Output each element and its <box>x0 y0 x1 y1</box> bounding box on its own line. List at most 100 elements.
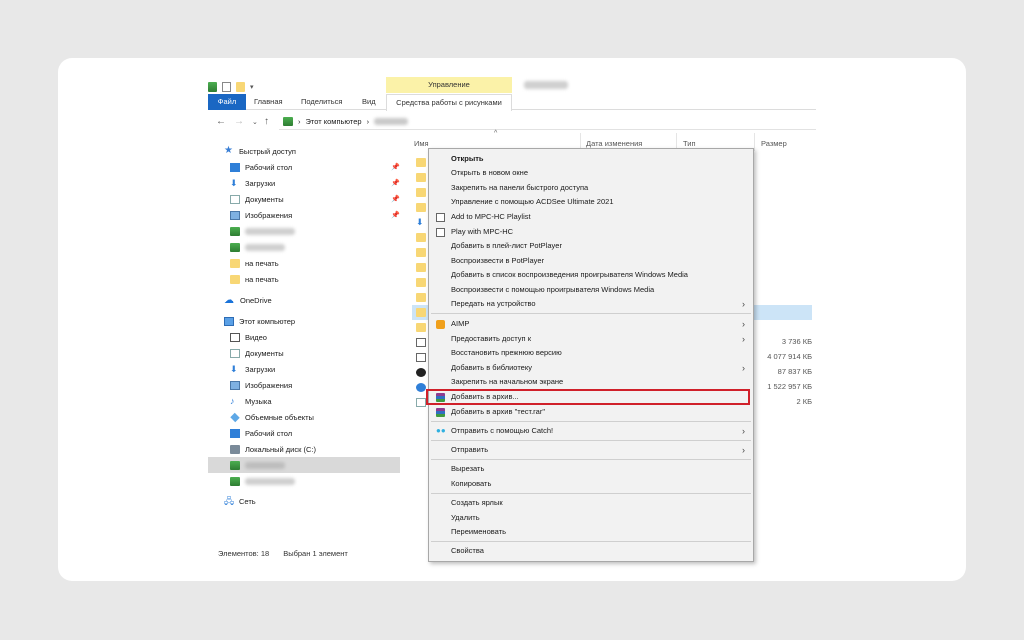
menu-item-mpc-play[interactable]: Play with MPC-HC <box>429 225 753 239</box>
sidebar-item-quick-access[interactable]: ★ Быстрый доступ <box>208 143 400 159</box>
sidebar-item-selected-drive[interactable] <box>208 457 400 473</box>
sidebar-item-onedrive[interactable]: ☁ OneDrive <box>208 292 400 308</box>
menu-item-cut[interactable]: Вырезать <box>429 462 753 476</box>
address-input[interactable]: › Этот компьютер › <box>279 114 816 130</box>
menu-item-send-device[interactable]: Передать на устройство › <box>429 297 753 311</box>
sidebar-item-documents[interactable]: Документы 📌 <box>208 191 400 207</box>
menu-item-wmp-play[interactable]: Воспроизвести с помощью проигрывателя Wi… <box>429 283 753 297</box>
menu-item-potplayer-add[interactable]: Добавить в плей-лист PotPlayer <box>429 239 753 253</box>
menu-label: Добавить в библиотеку <box>451 363 532 372</box>
menu-separator <box>431 440 751 441</box>
sidebar-item-blurred-drive[interactable] <box>208 223 400 239</box>
menu-item-potplayer-play[interactable]: Воспроизвести в PotPlayer <box>429 254 753 268</box>
sidebar-item-local-disk[interactable]: Локальный диск (C:) <box>208 441 400 457</box>
sidebar-item-video[interactable]: Видео <box>208 329 400 345</box>
submenu-arrow-icon: › <box>742 319 745 329</box>
menu-label: Add to MPC-HC Playlist <box>451 212 531 221</box>
sidebar-item-pc-desktop[interactable]: Рабочий стол <box>208 425 400 441</box>
sidebar-item-images[interactable]: Изображения 📌 <box>208 207 400 223</box>
menu-item-send-to[interactable]: Отправить › <box>429 443 753 457</box>
breadcrumb-drive-blurred[interactable] <box>374 118 409 125</box>
menu-item-open[interactable]: Открыть <box>429 152 753 166</box>
sidebar-item-pc-documents[interactable]: Документы <box>208 345 400 361</box>
disc-icon <box>416 368 426 377</box>
submenu-arrow-icon: › <box>742 445 745 455</box>
sidebar-item-print-1[interactable]: на печать <box>208 255 400 271</box>
sidebar-label: Сеть <box>239 496 256 506</box>
menu-item-mpc-playlist[interactable]: Add to MPC-HC Playlist <box>429 210 753 224</box>
star-icon: ★ <box>224 145 233 156</box>
pin-icon: 📌 <box>391 196 400 203</box>
sidebar-item-downloads[interactable]: ⬇ Загрузки 📌 <box>208 175 400 191</box>
menu-item-rename[interactable]: Переименовать <box>429 525 753 539</box>
menu-item-aimp[interactable]: AIMP › <box>429 317 753 331</box>
add-archive-highlight-frame <box>426 389 750 405</box>
column-name[interactable]: Имя <box>414 137 429 151</box>
menu-label: Добавить в архив "тест.rar" <box>451 407 546 416</box>
sidebar-label: Видео <box>245 332 267 342</box>
ribbon-tabs: Файл Главная Поделиться Вид Средства раб… <box>208 94 816 111</box>
pin-icon: 📌 <box>391 164 400 171</box>
back-arrow-icon[interactable]: ← <box>216 116 226 127</box>
sidebar-item-pc-images[interactable]: Изображения <box>208 377 400 393</box>
menu-label: Отправить <box>451 445 489 454</box>
tab-home[interactable]: Главная <box>254 94 283 110</box>
qat-dropdown-icon[interactable]: ▾ <box>250 83 254 91</box>
up-arrow-icon[interactable]: ↑ <box>264 116 269 127</box>
menu-item-add-test-rar[interactable]: Добавить в архив "тест.rar" <box>429 405 753 419</box>
menu-separator <box>431 313 751 314</box>
menu-item-restore[interactable]: Восстановить прежнюю версию <box>429 346 753 360</box>
cloud-icon: ☁ <box>224 294 234 306</box>
sidebar-item-this-pc[interactable]: Этот компьютер <box>208 313 400 329</box>
quick-access-toolbar: ▾ <box>208 79 254 95</box>
music-icon: ♪ <box>230 395 235 406</box>
column-size[interactable]: Размер <box>761 137 787 151</box>
sidebar-label: Этот компьютер <box>239 316 296 326</box>
sidebar-item-desktop[interactable]: Рабочий стол 📌 <box>208 159 400 175</box>
menu-item-pin-quick-access[interactable]: Закрепить на панели быстрого доступа <box>429 181 753 195</box>
menu-item-copy[interactable]: Копировать <box>429 477 753 491</box>
sidebar-item-blurred-drive[interactable] <box>208 239 400 255</box>
tab-view[interactable]: Вид <box>362 94 376 110</box>
sidebar-label: Загрузки <box>245 364 276 374</box>
pin-icon: 📌 <box>391 180 400 187</box>
tab-share[interactable]: Поделиться <box>301 94 342 110</box>
sidebar-item-pc-downloads[interactable]: ⬇ Загрузки <box>208 361 400 377</box>
submenu-arrow-icon: › <box>742 363 745 373</box>
sidebar-item-network[interactable]: 🖧 Сеть <box>208 493 400 509</box>
menu-item-create-shortcut[interactable]: Создать ярлык <box>429 496 753 510</box>
sidebar-item-print-2[interactable]: на печать <box>208 271 400 287</box>
file-icon <box>416 338 426 347</box>
menu-item-pin-start[interactable]: Закрепить на начальном экране <box>429 375 753 389</box>
forward-arrow-icon[interactable]: → <box>234 116 244 127</box>
tab-picture-tools[interactable]: Средства работы с рисунками <box>386 94 512 111</box>
menu-item-add-library[interactable]: Добавить в библиотеку › <box>429 361 753 375</box>
sidebar-item-3d-objects[interactable]: Объемные объекты <box>208 409 400 425</box>
menu-item-delete[interactable]: Удалить <box>429 511 753 525</box>
download-icon: ⬇ <box>230 177 238 188</box>
menu-item-wmp-add[interactable]: Добавить в список воспроизведения проигр… <box>429 268 753 282</box>
recent-chevron-icon[interactable]: ⌄ <box>252 118 258 126</box>
sidebar-label: Изображения <box>245 210 293 220</box>
menu-item-catch[interactable]: ●● Отправить с помощью Catch! › <box>429 424 753 438</box>
new-folder-icon[interactable] <box>236 82 245 92</box>
menu-item-properties[interactable]: Свойства <box>429 544 753 558</box>
download-icon: ⬇ <box>416 217 424 227</box>
menu-item-open-new-window[interactable]: Открыть в новом окне <box>429 166 753 180</box>
file-size: 3 736 КБ <box>781 337 812 346</box>
context-menu: Открыть Открыть в новом окне Закрепить н… <box>428 148 754 562</box>
tab-file[interactable]: Файл <box>208 94 246 110</box>
breadcrumb-this-pc[interactable]: Этот компьютер <box>306 117 362 126</box>
sidebar-item-music[interactable]: ♪ Музыка <box>208 393 400 409</box>
submenu-arrow-icon: › <box>742 334 745 344</box>
sidebar-label: на печать <box>245 274 279 284</box>
menu-item-acdsee[interactable]: Управление с помощью ACDSee Ultimate 202… <box>429 195 753 209</box>
sidebar-item-blurred-drive[interactable] <box>208 473 400 489</box>
cube-icon <box>230 412 240 422</box>
properties-check-icon[interactable] <box>222 82 231 92</box>
menu-label: Предоставить доступ к <box>451 334 531 343</box>
document-icon <box>230 348 240 358</box>
sidebar-label: Документы <box>245 348 284 358</box>
sidebar-label: Документы <box>245 194 284 204</box>
menu-item-give-access[interactable]: Предоставить доступ к › <box>429 332 753 346</box>
